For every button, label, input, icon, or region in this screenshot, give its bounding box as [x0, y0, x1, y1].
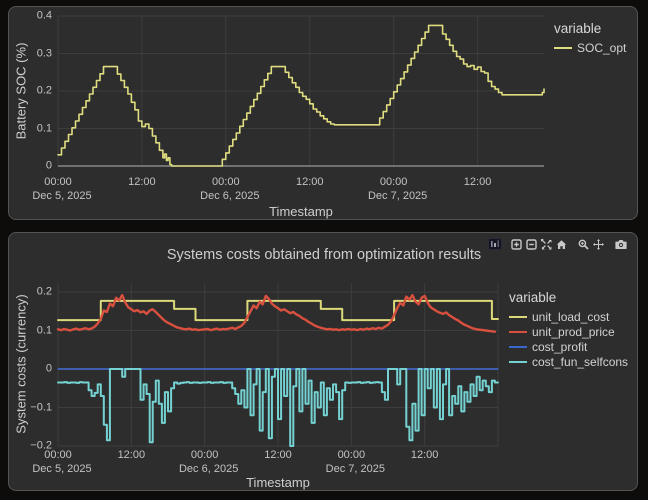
- x-tick-label: 12:00: [410, 449, 439, 461]
- y-tick-label: −0.2: [30, 439, 52, 452]
- x-tick-label: 00:00: [337, 449, 366, 461]
- legend-entry-soc-opt[interactable]: SOC_opt: [554, 40, 626, 55]
- x-tick-date-label: Dec 6, 2025: [178, 463, 239, 475]
- costs-legend: variable unit_load_cost unit_prod_price …: [509, 290, 628, 369]
- plot-modebar: [487, 236, 628, 252]
- x-tick-date-label: Dec 7, 2025: [325, 463, 385, 475]
- unit-load-cost-line-swatch: [509, 315, 527, 318]
- home-icon: [556, 239, 567, 249]
- pan-button[interactable]: [591, 237, 606, 252]
- zoom-out-icon: [526, 238, 537, 250]
- soc-opt-line-swatch: [554, 46, 572, 49]
- x-tick-label: 12:00: [295, 176, 324, 188]
- x-tick-label: 12:00: [117, 449, 146, 461]
- soc-x-axis-title: Timestamp: [269, 204, 333, 219]
- pan-icon: [593, 238, 604, 250]
- autoscale-icon: [541, 238, 552, 249]
- download-image-button[interactable]: [613, 237, 628, 252]
- soc-legend-title: variable: [554, 21, 602, 36]
- autoscale-button[interactable]: [539, 237, 554, 252]
- legend-label: unit_load_cost: [532, 309, 610, 324]
- y-tick-label: −0.1: [30, 401, 52, 413]
- legend-label: unit_prod_price: [532, 324, 615, 339]
- plotly-logo-button[interactable]: [487, 237, 502, 252]
- legend-label: cost_profit: [532, 339, 588, 354]
- x-tick-label: 12:00: [264, 449, 292, 461]
- x-tick-label: 00:00: [190, 449, 219, 461]
- magnifier-icon: [578, 239, 589, 250]
- cost-fun-selfcons-line-swatch: [509, 360, 527, 363]
- legend-entry-unit-prod-price[interactable]: unit_prod_price: [509, 324, 628, 339]
- x-tick-date-label: Dec 6, 2025: [200, 190, 260, 202]
- y-tick-label: 0.3: [36, 47, 52, 59]
- zoom-out-button[interactable]: [524, 237, 539, 252]
- zoom-button[interactable]: [576, 237, 591, 252]
- costs-chart-title: Systems costs obtained from optimization…: [166, 247, 482, 263]
- costs-x-axis-title: Timestamp: [246, 475, 310, 490]
- y-tick-label: 0: [45, 362, 52, 375]
- unit-prod-price-line-swatch: [509, 330, 527, 333]
- y-tick-label: 0.4: [36, 9, 52, 22]
- y-tick-label: 0.1: [36, 324, 52, 336]
- y-tick-label: 0.2: [36, 84, 52, 97]
- y-tick-label: 0.1: [36, 122, 52, 134]
- y-tick-label: 0: [45, 159, 52, 172]
- zoom-in-icon: [511, 238, 522, 250]
- y-tick-label: 0.2: [36, 285, 52, 298]
- legend-label: SOC_opt: [577, 40, 627, 55]
- x-tick-label: 00:00: [44, 176, 72, 188]
- plotly-logo-icon: [487, 238, 502, 250]
- costs-legend-title: variable: [509, 290, 557, 305]
- soc-chart-card: Battery SOC (%) Timestamp variable SOC_o…: [8, 6, 638, 220]
- legend-label: cost_fun_selfcons: [532, 354, 629, 369]
- legend-entry-unit-load-cost[interactable]: unit_load_cost: [509, 309, 628, 324]
- x-tick-label: 00:00: [212, 176, 240, 188]
- legend-entry-cost-profit[interactable]: cost_profit: [509, 339, 628, 354]
- legend-entry-cost-fun-selfcons[interactable]: cost_fun_selfcons: [509, 354, 628, 369]
- camera-icon: [614, 239, 627, 249]
- cost-profit-line-swatch: [509, 345, 527, 348]
- x-tick-date-label: Dec 5, 2025: [32, 463, 92, 475]
- soc-legend: variable SOC_opt: [554, 21, 626, 55]
- x-tick-label: 12:00: [463, 176, 492, 188]
- costs-chart-card: Systems costs obtained from optimization…: [8, 232, 638, 491]
- x-tick-date-label: Dec 5, 2025: [32, 190, 92, 202]
- x-tick-label: 00:00: [379, 176, 408, 188]
- x-tick-label: 12:00: [128, 176, 156, 188]
- zoom-in-button[interactable]: [509, 237, 524, 252]
- reset-axes-button[interactable]: [554, 237, 569, 252]
- x-tick-date-label: Dec 7, 2025: [367, 190, 428, 202]
- series-line-SOC_opt: [57, 24, 545, 167]
